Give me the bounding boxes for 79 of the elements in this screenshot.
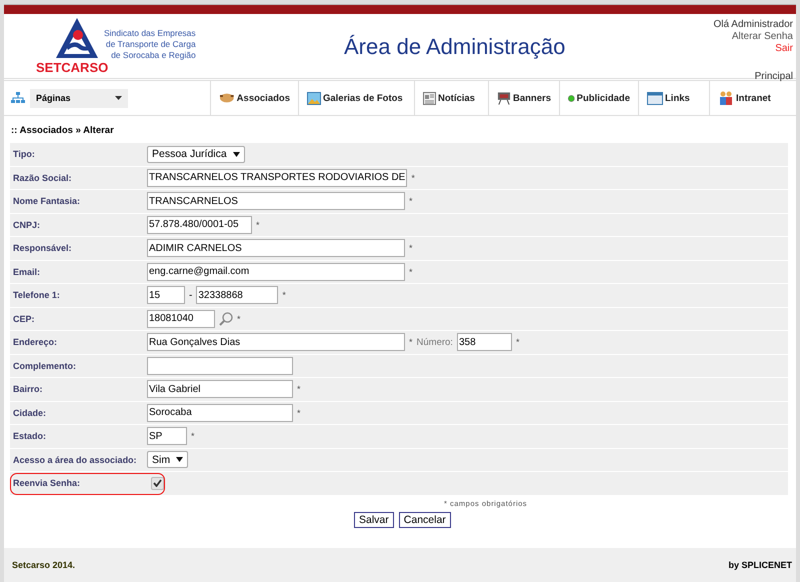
page-title: Área de Administração: [344, 34, 566, 60]
required-mark: *: [411, 172, 415, 183]
greeting-text: Olá Administrador: [714, 19, 793, 31]
field-label: Complemento:: [12, 360, 77, 371]
text-field[interactable]: Vila Gabriel: [147, 380, 293, 398]
change-password-link[interactable]: Alterar Senha: [732, 31, 793, 43]
field-label: Tipo:: [12, 149, 36, 160]
breadcrumb: :: Associados » Alterar: [11, 125, 115, 138]
people-icon: [718, 91, 734, 105]
required-mark: *: [409, 266, 413, 277]
credit-text: by SPLICENET: [728, 560, 792, 570]
caret-icon: [232, 152, 240, 157]
nav-item[interactable]: Intranet: [709, 81, 796, 115]
logo-icon: [54, 16, 100, 60]
logo-tagline: Sindicato das Empresas: [104, 28, 196, 39]
number-field[interactable]: 358: [456, 333, 512, 352]
nav-item[interactable]: Associados: [210, 81, 298, 115]
text-field[interactable]: TRANSCARNELOS: [147, 192, 405, 210]
text-field[interactable]: Sorocaba: [147, 404, 293, 422]
text-field[interactable]: TRANSCARNELOS TRANSPORTES RODOVIARIOS DE: [147, 168, 408, 187]
newspaper-icon: [423, 92, 436, 104]
required-mark: *: [409, 196, 413, 206]
field-label: Estado:: [12, 431, 48, 442]
text-field[interactable]: 57.878.480/0001-05: [147, 216, 252, 234]
caret-icon: [115, 96, 122, 100]
field-label: Nome Fantasia:: [12, 196, 82, 206]
number-label: Número:: [416, 336, 453, 348]
required-mark: *: [297, 408, 301, 418]
required-mark: *: [256, 220, 260, 230]
postal-code-field[interactable]: 18081040: [147, 310, 215, 328]
logo-name: SETCARSO: [36, 60, 108, 75]
nav-item[interactable]: Publicidade: [559, 81, 638, 115]
projector-icon: [497, 92, 511, 104]
field-label: Endereço:: [12, 337, 58, 348]
home-link[interactable]: Principal: [754, 71, 793, 83]
select-field[interactable]: Sim: [147, 451, 188, 468]
caret-icon: [176, 457, 184, 462]
sitemap-icon: [11, 92, 25, 104]
logout-link[interactable]: Sair: [775, 43, 793, 55]
required-mark: *: [409, 243, 413, 254]
pages-dropdown[interactable]: Páginas: [30, 88, 128, 108]
required-mark: *: [282, 290, 286, 300]
text-field[interactable]: ADIMIR CARNELOS: [147, 239, 405, 258]
nav-item[interactable]: Notícias: [414, 81, 488, 115]
form-button[interactable]: Cancelar: [398, 512, 451, 528]
copyright-text: Setcarso 2014.: [12, 560, 76, 570]
window-icon: [647, 92, 663, 104]
nav-item[interactable]: Links: [638, 81, 709, 115]
text-field[interactable]: SP: [147, 427, 187, 446]
field-label: Email:: [12, 266, 42, 277]
required-mark: *: [191, 431, 195, 442]
field-label: Telefone 1:: [12, 290, 61, 300]
field-label: Reenvia Senha:: [12, 478, 82, 488]
phone-field[interactable]: 32338868: [196, 286, 278, 304]
search-icon[interactable]: [219, 312, 233, 326]
picture-frame-icon: [307, 92, 321, 104]
field-label: Cidade:: [12, 408, 48, 418]
required-mark: *: [409, 337, 413, 348]
text-field[interactable]: Rua Gonçalves Dias: [147, 333, 405, 352]
text-field[interactable]: eng.carne@gmail.com: [147, 262, 405, 281]
checkbox[interactable]: [151, 476, 164, 490]
required-mark: *: [297, 384, 301, 394]
field-label: CEP:: [12, 314, 36, 324]
separator-text: -: [189, 290, 192, 301]
nav-item[interactable]: Banners: [488, 81, 559, 115]
required-mark: *: [237, 314, 241, 324]
text-field[interactable]: [147, 356, 293, 375]
field-label: Bairro:: [12, 384, 44, 394]
logo-tagline: de Sorocaba e Região: [111, 50, 196, 61]
field-label: CNPJ:: [12, 220, 42, 230]
logo-tagline: de Transporte de Carga: [106, 39, 196, 50]
field-label: Acesso a área do associado:: [12, 454, 138, 465]
required-mark: *: [516, 337, 520, 348]
field-label: Razão Social:: [12, 172, 73, 183]
form-button[interactable]: Salvar: [354, 512, 394, 528]
area-code-field[interactable]: 15: [147, 286, 185, 304]
field-label: Responsável:: [12, 243, 73, 254]
nav-item[interactable]: Galerias de Fotos: [298, 81, 414, 115]
select-field[interactable]: Pessoa Jurídica: [147, 146, 245, 163]
